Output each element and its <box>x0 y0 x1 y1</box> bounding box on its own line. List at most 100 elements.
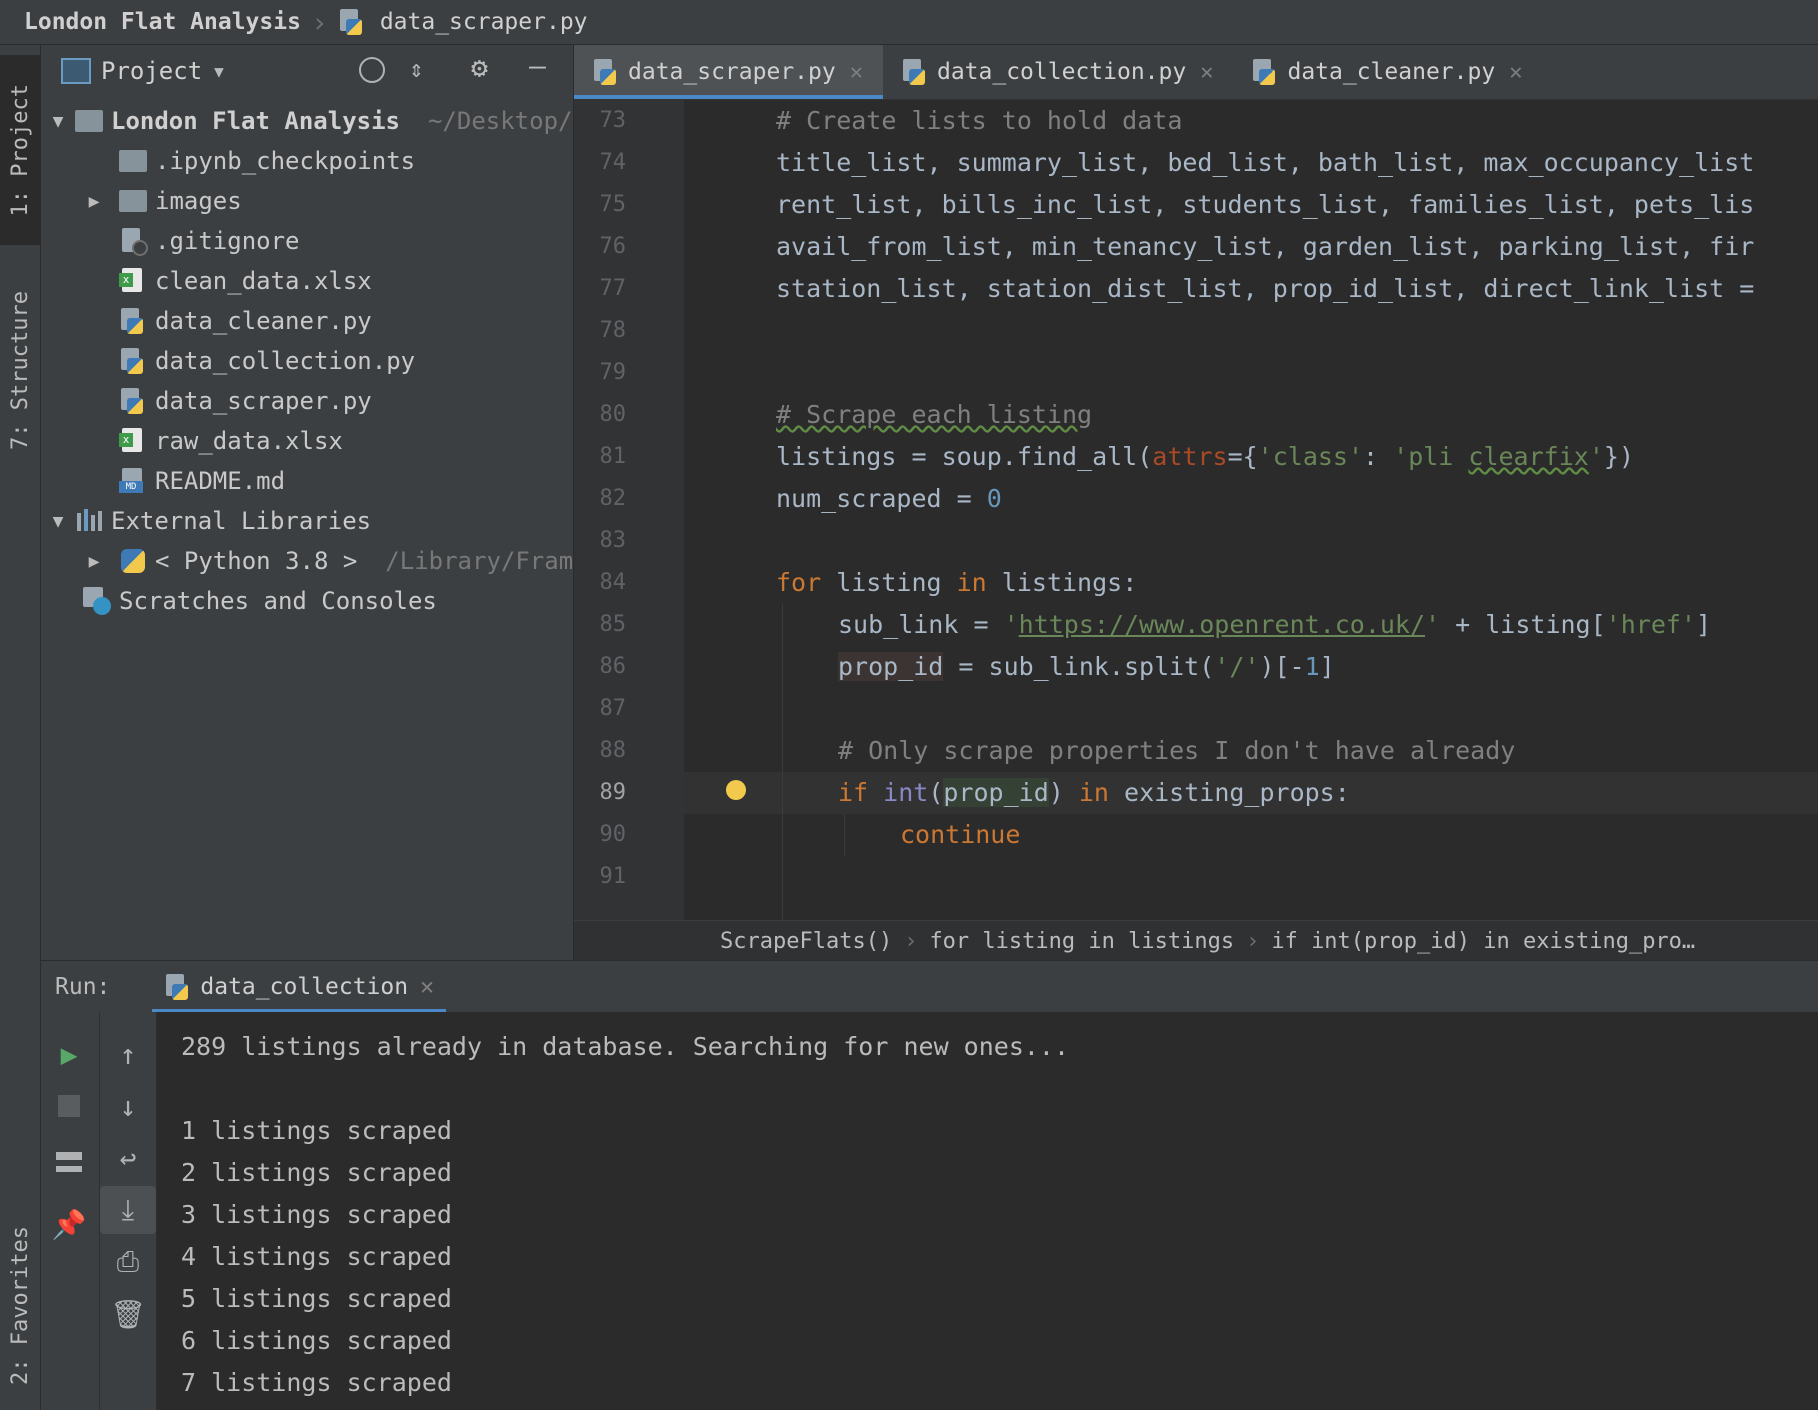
intention-bulb-icon[interactable] <box>726 780 746 800</box>
breadcrumb-function[interactable]: ScrapeFlats() <box>720 929 892 954</box>
code-line-84: for listing in listings: <box>776 562 1137 604</box>
collapse-arrow-icon[interactable]: ▶ <box>83 551 105 572</box>
code-token: ( <box>928 778 944 807</box>
code-variable: prop_id <box>943 778 1049 807</box>
python-run-icon <box>164 974 190 1000</box>
code-url[interactable]: https://www.openrent.co.uk/ <box>1019 610 1425 639</box>
line-number: 76 <box>599 234 627 259</box>
tree-node-label: London Flat Analysis <box>111 107 400 135</box>
editor-gutter[interactable]: 73 74 75 76 77 78 79 80 81 82 83 84 85 8… <box>574 100 702 920</box>
tree-node-data-collection[interactable]: data_collection.py <box>119 341 415 381</box>
expand-arrow-icon[interactable]: ▼ <box>47 111 69 132</box>
close-icon[interactable]: ✕ <box>420 974 434 1000</box>
line-number: 79 <box>599 360 627 385</box>
code-keyword: continue <box>900 820 1021 849</box>
tree-node-label: data_cleaner.py <box>155 307 372 335</box>
code-line-89: if int(prop_id) in existing_props: <box>838 772 1350 814</box>
code-line-82: num_scraped = 0 <box>776 478 1002 520</box>
code-number: 1 <box>1304 652 1320 681</box>
tree-node-python-sdk[interactable]: ▶ < Python 3.8 > /Library/Fram <box>83 541 574 581</box>
run-tab-data-collection[interactable]: data_collection ✕ <box>152 961 446 1013</box>
code-line-88: # Only scrape properties I don't have al… <box>838 730 1515 772</box>
arrow-up-icon[interactable]: ↑ <box>100 1030 156 1078</box>
tab-label: data_collection.py <box>936 59 1187 85</box>
collapse-arrow-icon[interactable]: ▶ <box>83 191 105 212</box>
code-builtin: int <box>883 778 929 807</box>
expand-arrow-icon[interactable]: ▼ <box>47 511 69 532</box>
code-token: )[- <box>1259 652 1305 681</box>
tree-node-readme[interactable]: MD README.md <box>119 461 285 501</box>
close-icon[interactable]: ✕ <box>850 60 863 85</box>
tree-node-gitignore[interactable]: .gitignore <box>119 221 300 261</box>
structure-tool-tab-label: 7: Structure <box>7 290 33 450</box>
breadcrumb-separator: › <box>1246 928 1260 954</box>
breadcrumb-file[interactable]: data_scraper.py <box>380 9 588 35</box>
line-number-current: 89 <box>599 780 627 805</box>
code-editor[interactable]: # Create lists to hold data title_list, … <box>684 100 1818 920</box>
run-console[interactable]: 289 listings already in database. Search… <box>157 1012 1818 1410</box>
breadcrumb-if-block[interactable]: if int(prop_id) in existing_pro… <box>1271 929 1695 954</box>
breadcrumb-for-loop[interactable]: for listing in listings <box>929 929 1234 954</box>
locate-file-icon[interactable] <box>359 57 385 83</box>
code-keyword: for <box>776 568 822 597</box>
tree-node-label: Scratches and Consoles <box>119 587 437 615</box>
arrow-down-icon[interactable]: ↓ <box>100 1082 156 1130</box>
code-token: sub_link = <box>838 610 1004 639</box>
code-line-73: # Create lists to hold data <box>776 100 1182 142</box>
tree-node-label: images <box>155 187 242 215</box>
code-line-74: title_list, summary_list, bed_list, bath… <box>776 148 1755 177</box>
code-token: = sub_link.split( <box>943 652 1215 681</box>
console-line: 7 listings scraped <box>181 1368 452 1397</box>
tree-node-raw-data[interactable]: x raw_data.xlsx <box>119 421 343 461</box>
tree-node-clean-data[interactable]: x clean_data.xlsx <box>119 261 372 301</box>
scroll-to-end-icon[interactable]: ⤓ <box>100 1186 156 1234</box>
minimize-icon[interactable]: — <box>529 49 546 82</box>
tree-node-data-scraper[interactable]: data_scraper.py <box>119 381 372 421</box>
trash-icon[interactable]: 🗑 <box>100 1290 156 1338</box>
restore-layout-icon[interactable] <box>41 1138 97 1186</box>
folder-icon <box>119 187 147 215</box>
tree-node-ipynb-checkpoints[interactable]: .ipynb_checkpoints <box>119 141 415 181</box>
breadcrumb-project[interactable]: London Flat Analysis <box>24 9 301 35</box>
indent-guide <box>782 604 783 920</box>
line-number: 91 <box>599 864 627 889</box>
code-token: ) <box>1048 778 1079 807</box>
rerun-icon[interactable]: ▶ <box>41 1030 97 1078</box>
gitignore-file-icon <box>119 227 148 256</box>
soft-wrap-icon[interactable]: ↩ <box>100 1134 156 1182</box>
gear-icon[interactable]: ⚙ <box>471 51 488 84</box>
structure-tool-tab[interactable]: 7: Structure <box>0 270 40 470</box>
scratches-icon <box>83 587 111 615</box>
collapse-all-icon[interactable]: ⇕ <box>409 55 423 83</box>
favorites-tool-tab[interactable]: 2: Favorites <box>0 1205 40 1405</box>
run-toolbar-secondary: ↑ ↓ ↩ ⤓ ⎙ 🗑 <box>100 1012 157 1410</box>
print-icon[interactable]: ⎙ <box>100 1238 156 1286</box>
code-line-85: sub_link = 'https://www.openrent.co.uk/'… <box>838 604 1711 646</box>
project-tool-tab[interactable]: 1: Project <box>0 55 40 245</box>
tab-label: data_cleaner.py <box>1287 59 1496 85</box>
tab-data-scraper[interactable]: data_scraper.py ✕ <box>574 45 883 99</box>
code-comment: # Only scrape properties I don't have al… <box>838 736 1516 765</box>
tab-data-collection[interactable]: data_collection.py ✕ <box>883 45 1234 99</box>
python-file-icon <box>592 59 618 85</box>
line-number: 85 <box>599 612 627 637</box>
line-number: 90 <box>599 822 627 847</box>
chevron-down-icon[interactable]: ▼ <box>214 62 224 81</box>
tree-node-project-root[interactable]: ▼ London Flat Analysis ~/Desktop/ <box>47 101 573 141</box>
project-view-icon <box>61 58 91 84</box>
close-icon[interactable]: ✕ <box>1509 60 1522 85</box>
tree-node-external-libraries[interactable]: ▼ External Libraries <box>47 501 372 541</box>
stop-icon[interactable] <box>41 1082 97 1130</box>
project-tool-tab-label: 1: Project <box>7 83 33 217</box>
tree-node-images[interactable]: ▶ images <box>83 181 242 221</box>
code-line-75: rent_list, bills_inc_list, students_list… <box>776 190 1755 219</box>
tab-data-cleaner[interactable]: data_cleaner.py ✕ <box>1233 45 1542 99</box>
tab-label: data_scraper.py <box>628 59 836 85</box>
pin-icon[interactable]: 📌 <box>41 1200 97 1248</box>
close-icon[interactable]: ✕ <box>1200 60 1213 85</box>
tree-node-data-cleaner[interactable]: data_cleaner.py <box>119 301 372 341</box>
folder-icon <box>75 107 103 135</box>
project-view-dropdown[interactable]: Project <box>101 57 202 85</box>
python-file-icon <box>1251 59 1277 85</box>
tree-node-scratches[interactable]: Scratches and Consoles <box>83 581 437 621</box>
